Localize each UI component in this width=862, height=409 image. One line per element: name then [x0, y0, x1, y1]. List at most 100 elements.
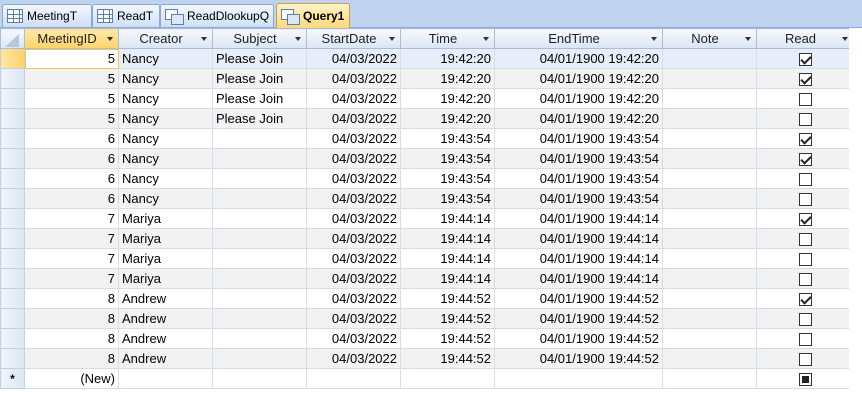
tab-meetingt[interactable]: MeetingT: [2, 4, 92, 27]
cell-time[interactable]: 19:43:54: [400, 168, 495, 189]
table-row[interactable]: 7 Mariya 04/03/2022 19:44:14 04/01/1900 19:4…: [0, 208, 854, 229]
cell-endtime[interactable]: 04/01/1900 19:44:52: [494, 308, 663, 329]
column-header-note[interactable]: Note: [662, 28, 757, 49]
cell-time[interactable]: 19:43:54: [400, 188, 495, 209]
checkbox-checked[interactable]: [798, 53, 812, 67]
record-selector[interactable]: [0, 108, 25, 129]
cell-read[interactable]: [756, 68, 854, 89]
checkbox-unchecked[interactable]: [798, 113, 812, 127]
cell-endtime[interactable]: 04/01/1900 19:44:14: [494, 208, 663, 229]
record-selector[interactable]: [0, 188, 25, 209]
cell-note[interactable]: [662, 88, 757, 109]
cell-meetingid[interactable]: 5: [24, 48, 119, 69]
cell-meetingid[interactable]: 8: [24, 308, 119, 329]
cell-subject[interactable]: Please Join: [212, 88, 307, 109]
column-header-creator[interactable]: Creator: [118, 28, 213, 49]
cell-endtime[interactable]: 04/01/1900 19:42:20: [494, 68, 663, 89]
cell-startdate[interactable]: 04/03/2022: [306, 308, 401, 329]
dropdown-arrow-icon[interactable]: [483, 37, 489, 41]
new-cell-note[interactable]: [662, 368, 757, 389]
cell-creator[interactable]: Mariya: [118, 208, 213, 229]
cell-subject[interactable]: [212, 208, 307, 229]
cell-endtime[interactable]: 04/01/1900 19:44:52: [494, 288, 663, 309]
cell-creator[interactable]: Nancy: [118, 108, 213, 129]
cell-subject[interactable]: [212, 348, 307, 369]
cell-meetingid[interactable]: 5: [24, 108, 119, 129]
record-selector[interactable]: [0, 288, 25, 309]
cell-read[interactable]: [756, 128, 854, 149]
checkbox-unchecked[interactable]: [798, 353, 812, 367]
cell-startdate[interactable]: 04/03/2022: [306, 248, 401, 269]
cell-time[interactable]: 19:44:14: [400, 248, 495, 269]
cell-read[interactable]: [756, 348, 854, 369]
cell-startdate[interactable]: 04/03/2022: [306, 148, 401, 169]
cell-time[interactable]: 19:44:52: [400, 328, 495, 349]
cell-note[interactable]: [662, 248, 757, 269]
checkbox-unchecked[interactable]: [798, 233, 812, 247]
cell-note[interactable]: [662, 288, 757, 309]
cell-time[interactable]: 19:44:14: [400, 228, 495, 249]
new-cell-creator[interactable]: [118, 368, 213, 389]
tab-query1[interactable]: Query1: [276, 3, 350, 28]
cell-read[interactable]: [756, 268, 854, 289]
cell-time[interactable]: 19:44:14: [400, 208, 495, 229]
cell-meetingid[interactable]: 6: [24, 148, 119, 169]
cell-meetingid[interactable]: 8: [24, 348, 119, 369]
cell-endtime[interactable]: 04/01/1900 19:44:14: [494, 268, 663, 289]
new-cell-endtime[interactable]: [494, 368, 663, 389]
cell-note[interactable]: [662, 188, 757, 209]
cell-subject[interactable]: [212, 268, 307, 289]
new-cell-startdate[interactable]: [306, 368, 401, 389]
cell-subject[interactable]: [212, 148, 307, 169]
cell-time[interactable]: 19:43:54: [400, 128, 495, 149]
new-cell-time[interactable]: [400, 368, 495, 389]
checkbox-checked[interactable]: [798, 293, 812, 307]
cell-subject[interactable]: [212, 328, 307, 349]
cell-creator[interactable]: Andrew: [118, 328, 213, 349]
record-selector[interactable]: [0, 88, 25, 109]
cell-meetingid[interactable]: 5: [24, 68, 119, 89]
cell-startdate[interactable]: 04/03/2022: [306, 328, 401, 349]
cell-startdate[interactable]: 04/03/2022: [306, 268, 401, 289]
cell-startdate[interactable]: 04/03/2022: [306, 108, 401, 129]
cell-subject[interactable]: Please Join: [212, 68, 307, 89]
cell-time[interactable]: 19:44:52: [400, 348, 495, 369]
dropdown-arrow-icon[interactable]: [201, 37, 207, 41]
record-selector[interactable]: [0, 348, 25, 369]
dropdown-arrow-icon[interactable]: [842, 37, 848, 41]
column-header-startdate[interactable]: StartDate: [306, 28, 401, 49]
cell-read[interactable]: [756, 188, 854, 209]
column-header-endtime[interactable]: EndTime: [494, 28, 663, 49]
cell-startdate[interactable]: 04/03/2022: [306, 88, 401, 109]
dropdown-arrow-icon[interactable]: [107, 37, 113, 41]
checkbox-checked[interactable]: [798, 133, 812, 147]
cell-time[interactable]: 19:42:20: [400, 68, 495, 89]
cell-creator[interactable]: Andrew: [118, 348, 213, 369]
cell-creator[interactable]: Mariya: [118, 248, 213, 269]
cell-startdate[interactable]: 04/03/2022: [306, 348, 401, 369]
dropdown-arrow-icon[interactable]: [295, 37, 301, 41]
cell-time[interactable]: 19:42:20: [400, 108, 495, 129]
cell-startdate[interactable]: 04/03/2022: [306, 288, 401, 309]
cell-note[interactable]: [662, 308, 757, 329]
cell-read[interactable]: [756, 148, 854, 169]
cell-subject[interactable]: [212, 288, 307, 309]
cell-startdate[interactable]: 04/03/2022: [306, 228, 401, 249]
dropdown-arrow-icon[interactable]: [651, 37, 657, 41]
cell-creator[interactable]: Mariya: [118, 268, 213, 289]
select-all-button[interactable]: [0, 28, 25, 49]
record-selector[interactable]: [0, 168, 25, 189]
column-header-meetingid[interactable]: MeetingID: [24, 28, 119, 49]
cell-read[interactable]: [756, 88, 854, 109]
table-row[interactable]: 5 Nancy Please Join 04/03/2022 19:42:20 04/01…: [0, 68, 854, 89]
cell-note[interactable]: [662, 228, 757, 249]
table-row[interactable]: 5 Nancy Please Join 04/03/2022 19:42:20 04/01…: [0, 48, 854, 69]
checkbox-checked[interactable]: [798, 73, 812, 87]
cell-subject[interactable]: [212, 248, 307, 269]
cell-note[interactable]: [662, 128, 757, 149]
dropdown-arrow-icon[interactable]: [389, 37, 395, 41]
cell-creator[interactable]: Nancy: [118, 168, 213, 189]
checkbox-unchecked[interactable]: [798, 253, 812, 267]
cell-note[interactable]: [662, 68, 757, 89]
cell-endtime[interactable]: 04/01/1900 19:43:54: [494, 188, 663, 209]
